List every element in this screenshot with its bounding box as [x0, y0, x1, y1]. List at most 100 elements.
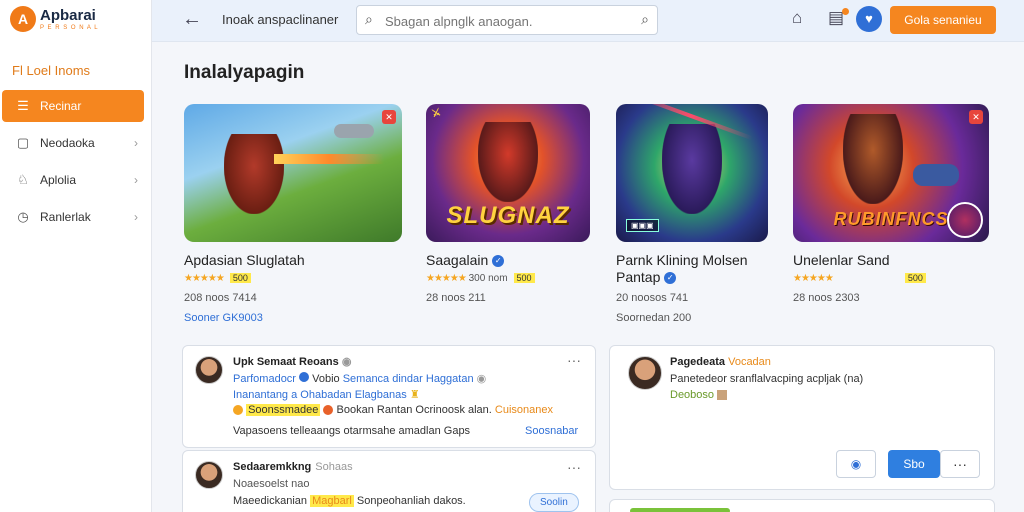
- coin-icon: [233, 405, 243, 416]
- page-title: Inalalyapagin: [184, 62, 305, 83]
- game-card[interactable]: ⚔ SLUGNAZ Saagalain ✓ ★★★★★ 300 nom 500 2…: [426, 104, 590, 304]
- search-submit-icon[interactable]: ⌕: [641, 11, 649, 28]
- bell-icon[interactable]: ⌂: [792, 8, 802, 28]
- cta-button[interactable]: Gola senanieu: [890, 6, 996, 34]
- progress-bar: [630, 508, 730, 512]
- refresh-button[interactable]: ◉: [836, 450, 876, 478]
- avatar[interactable]: [195, 461, 223, 489]
- game-title-text: Parnk Klining Molsen Pantap: [616, 252, 748, 285]
- game-thumbnail[interactable]: ⚔ SLUGNAZ: [426, 104, 590, 242]
- star-rating-icon: ★★★★★: [184, 273, 225, 284]
- search-input[interactable]: [385, 12, 625, 30]
- post-line: Deoboso: [670, 389, 728, 401]
- game-link[interactable]: Soornedan 200: [616, 312, 768, 324]
- post-tag[interactable]: Elagbanas: [355, 389, 407, 401]
- feed-post: Pagedeata Vocadan Panetedeor sranflalvac…: [609, 345, 995, 490]
- game-title[interactable]: Unelenlar Sand: [793, 252, 989, 269]
- image-icon: [717, 390, 728, 401]
- post-line: Parfomadocr Vobio Semanca dindar Haggata…: [233, 372, 486, 385]
- post-text: Sonpeohanliah dakos.: [356, 495, 466, 507]
- game-card[interactable]: ✕ RUBINFNCS Unelenlar Sand ★★★★★ 500 28 n…: [793, 104, 989, 304]
- sidebar-nav: ☰ Recinar ▢ Neodaoka › ♘ Aplolia › ◷ Ran…: [0, 90, 152, 238]
- post-text: Maeedickanian: [233, 495, 307, 507]
- more-options-icon[interactable]: ···: [567, 352, 581, 368]
- game-title[interactable]: Saagalain ✓: [426, 252, 590, 269]
- post-tag[interactable]: Inanantang a: [233, 389, 297, 401]
- bookmark-badge-icon[interactable]: ✕: [382, 110, 396, 124]
- vehicle-icon: [913, 164, 959, 186]
- avatar[interactable]: [195, 356, 223, 384]
- star-rating-icon: ★★★★★: [426, 273, 467, 284]
- post-subtitle: Sohaas: [315, 461, 353, 473]
- chevron-right-icon: ›: [134, 136, 138, 150]
- sidebar-item-ranlerlak[interactable]: ◷ Ranlerlak ›: [2, 201, 144, 233]
- sidebar-item-label: Recinar: [40, 99, 82, 113]
- post-tag[interactable]: Ohabadan: [300, 389, 351, 401]
- game-tag: ▣▣▣: [626, 219, 659, 232]
- game-rating: ★★★★★ 500: [184, 273, 402, 284]
- clock-icon: ◷: [17, 209, 29, 224]
- post-tag[interactable]: Haggatan: [426, 373, 474, 385]
- post-author-name: Pagedeata: [670, 356, 726, 368]
- post-line: Soonssmadee Bookan Rantan Ocrinoosk alan…: [233, 404, 553, 416]
- bookmark-icon: ▢: [16, 135, 30, 150]
- post-highlight: Soonssmadee: [246, 404, 321, 416]
- search-box[interactable]: ⌕ ⌕: [356, 5, 658, 35]
- post-line: Vapasoens telleaangs otarmsahe amadlan G…: [233, 425, 470, 437]
- feed-post: Upk Semaat Reoans ◉ ··· Parfomadocr Vobi…: [182, 345, 596, 448]
- feed-post: Sedaaremkkng Sohaas ··· Noaesoelst nao Ma…: [182, 450, 596, 512]
- verified-badge-icon: ✓: [664, 272, 677, 285]
- game-meta: 28 noos 211: [426, 292, 486, 304]
- post-author[interactable]: Sedaaremkkng Sohaas: [233, 461, 353, 473]
- post-text: Vobio: [312, 373, 340, 385]
- sidebar-section-label: Fl Loel Inoms: [12, 63, 91, 78]
- user-avatar[interactable]: ♥: [856, 6, 882, 32]
- game-title[interactable]: Parnk Klining Molsen Pantap ✓: [616, 252, 768, 286]
- game-card[interactable]: ▣▣▣ Parnk Klining Molsen Pantap ✓ 20 noo…: [616, 104, 768, 324]
- post-author-name: Upk Semaat Reoans: [233, 356, 339, 368]
- hero-figure-icon: [224, 134, 284, 214]
- avatar[interactable]: [628, 356, 662, 390]
- game-card[interactable]: ✕ Apdasian Sluglatah ★★★★★ 500 208 noos 7…: [184, 104, 402, 324]
- sidebar-item-neodaoka[interactable]: ▢ Neodaoka ›: [2, 127, 144, 159]
- more-options-icon[interactable]: ···: [567, 459, 581, 475]
- sidebar-item-recinar[interactable]: ☰ Recinar: [2, 90, 144, 122]
- game-meta: 20 noosos 741: [616, 292, 689, 304]
- post-author[interactable]: Upk Semaat Reoans ◉: [233, 355, 351, 368]
- brand-logo[interactable]: A Apbarai P E R S O N A L: [10, 6, 99, 32]
- game-thumbnail[interactable]: ✕ RUBINFNCS: [793, 104, 989, 242]
- post-text: Noaesoelst nao: [233, 478, 310, 490]
- post-tag[interactable]: Semanca dindar: [343, 373, 423, 385]
- primary-action-button[interactable]: Sbo: [888, 450, 940, 478]
- game-title[interactable]: Apdasian Sluglatah: [184, 252, 402, 269]
- app-root: A Apbarai P E R S O N A L Fl Loel Inoms …: [0, 0, 1024, 512]
- more-button[interactable]: ···: [940, 450, 980, 478]
- verified-badge-icon: ✓: [492, 255, 505, 268]
- game-thumbnail[interactable]: ▣▣▣: [616, 104, 768, 242]
- post-line: Maeedickanian Magbarl Sonpeohanliah dako…: [233, 495, 466, 507]
- post-tag[interactable]: Parfomadocr: [233, 373, 296, 385]
- tag-chip[interactable]: Soolin: [529, 493, 579, 512]
- sidebar-item-aplolia[interactable]: ♘ Aplolia ›: [2, 164, 144, 196]
- post-tag[interactable]: Cuisonanex: [495, 404, 553, 416]
- post-text: Bookan Rantan: [336, 404, 413, 416]
- notification-dot: [842, 8, 849, 15]
- star-rating-icon: ★★★★★: [793, 273, 834, 284]
- post-line: Inanantang a Ohabadan Elagbanas ♜: [233, 388, 420, 401]
- back-arrow-icon[interactable]: ←: [182, 8, 202, 31]
- warrior-figure-icon: [478, 122, 538, 202]
- post-highlight: Magbarl: [310, 495, 354, 507]
- game-link[interactable]: Sooner GK9003: [184, 312, 402, 324]
- post-link[interactable]: Soosnabar: [525, 425, 578, 437]
- game-thumbnail[interactable]: ✕: [184, 104, 402, 242]
- robot-figure-icon: [662, 124, 722, 214]
- game-rating: ★★★★★ 300 nom 500: [426, 273, 590, 284]
- ship-icon: [334, 124, 374, 138]
- post-tag[interactable]: Deoboso: [670, 389, 714, 401]
- brand-name: Apbarai: [40, 6, 96, 24]
- bookmark-badge-icon[interactable]: ✕: [969, 110, 983, 124]
- game-art-title: SLUGNAZ: [446, 202, 570, 229]
- game-meta: 28 noos 2303: [793, 292, 860, 304]
- post-author[interactable]: Pagedeata Vocadan: [670, 356, 771, 368]
- sidebar-item-label: Ranlerlak: [40, 210, 91, 224]
